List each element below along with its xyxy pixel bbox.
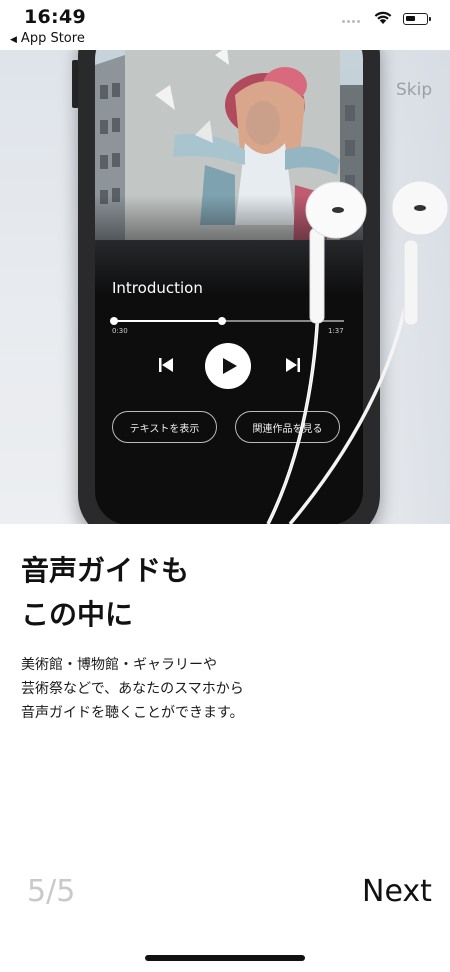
elapsed-time: 0:30 — [112, 327, 128, 335]
status-bar: 16:49 ◀ App Store — [0, 0, 450, 50]
battery-icon — [403, 13, 431, 25]
headline-line-2: この中に — [21, 598, 134, 631]
phone-mockup: Introduction 0:30 1:37 テキストを表示 関連作品を見る — [78, 50, 380, 524]
track-title: Introduction — [112, 279, 203, 297]
onboarding-hero-image: Introduction 0:30 1:37 テキストを表示 関連作品を見る S… — [0, 50, 450, 524]
play-icon — [223, 358, 237, 374]
wifi-icon — [374, 11, 392, 24]
progress-bar[interactable] — [110, 317, 344, 325]
next-button[interactable]: Next — [362, 874, 432, 909]
skip-button[interactable]: Skip — [396, 80, 432, 100]
progress-start-dot — [110, 317, 118, 325]
back-app-label: App Store — [20, 31, 85, 46]
page-indicator: 5/5 — [27, 874, 76, 909]
next-track-icon[interactable] — [285, 357, 301, 373]
onboarding-description: 美術館・博物館・ギャラリーや 芸術祭などで、あなたのスマホから 音声ガイドを聴く… — [21, 653, 244, 725]
headline-line-1: 音声ガイドも — [21, 554, 190, 587]
status-time: 16:49 — [24, 6, 86, 28]
back-to-app-store[interactable]: ◀ App Store — [10, 31, 85, 46]
phone-screen: Introduction 0:30 1:37 テキストを表示 関連作品を見る — [95, 50, 363, 524]
description-line-3: 音声ガイドを聴くことができます。 — [21, 705, 244, 721]
total-time: 1:37 — [328, 327, 344, 335]
cellular-signal-icon — [342, 20, 360, 23]
previous-track-icon[interactable] — [158, 357, 174, 373]
back-arrow-icon: ◀ — [10, 35, 17, 45]
onboarding-headline: 音声ガイドも この中に — [21, 549, 189, 637]
description-line-1: 美術館・博物館・ギャラリーや — [21, 657, 217, 673]
progress-scrubber-handle[interactable] — [218, 317, 227, 325]
show-text-button[interactable]: テキストを表示 — [112, 411, 217, 443]
description-line-2: 芸術祭などで、あなたのスマホから — [21, 681, 244, 697]
related-works-button[interactable]: 関連作品を見る — [235, 411, 340, 443]
play-button[interactable] — [205, 343, 251, 389]
home-indicator[interactable] — [145, 955, 305, 961]
